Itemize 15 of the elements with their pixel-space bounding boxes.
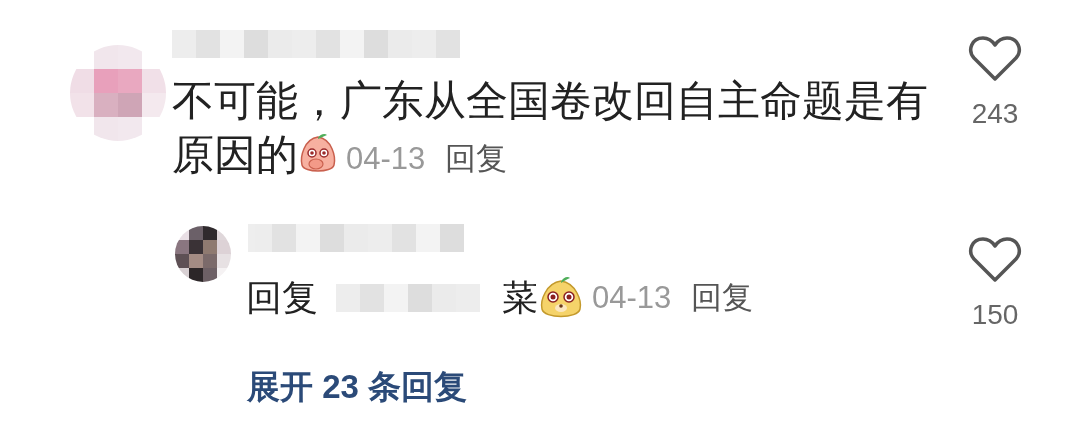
reply-button[interactable]: 回复 (445, 132, 508, 186)
heart-icon[interactable] (968, 236, 1022, 284)
emoji-icon (298, 133, 338, 175)
expand-replies-link[interactable]: 展开 23 条回复 (247, 362, 468, 412)
comment-text-line: 不可能，广东从全国卷改回自主命题是有 (172, 76, 928, 126)
reply-button[interactable]: 回复 (691, 272, 754, 324)
like-count: 150 (971, 298, 1019, 332)
reply-date: 04-13 (592, 279, 672, 317)
avatar[interactable] (175, 226, 231, 282)
comment-text-line: 原因的 (172, 131, 298, 178)
like-count: 243 (971, 97, 1019, 131)
heart-icon[interactable] (968, 35, 1022, 83)
reply-prefix: 回复 (246, 276, 318, 320)
comment-date: 04-13 (346, 140, 426, 178)
reply-text: 菜 (502, 276, 538, 320)
